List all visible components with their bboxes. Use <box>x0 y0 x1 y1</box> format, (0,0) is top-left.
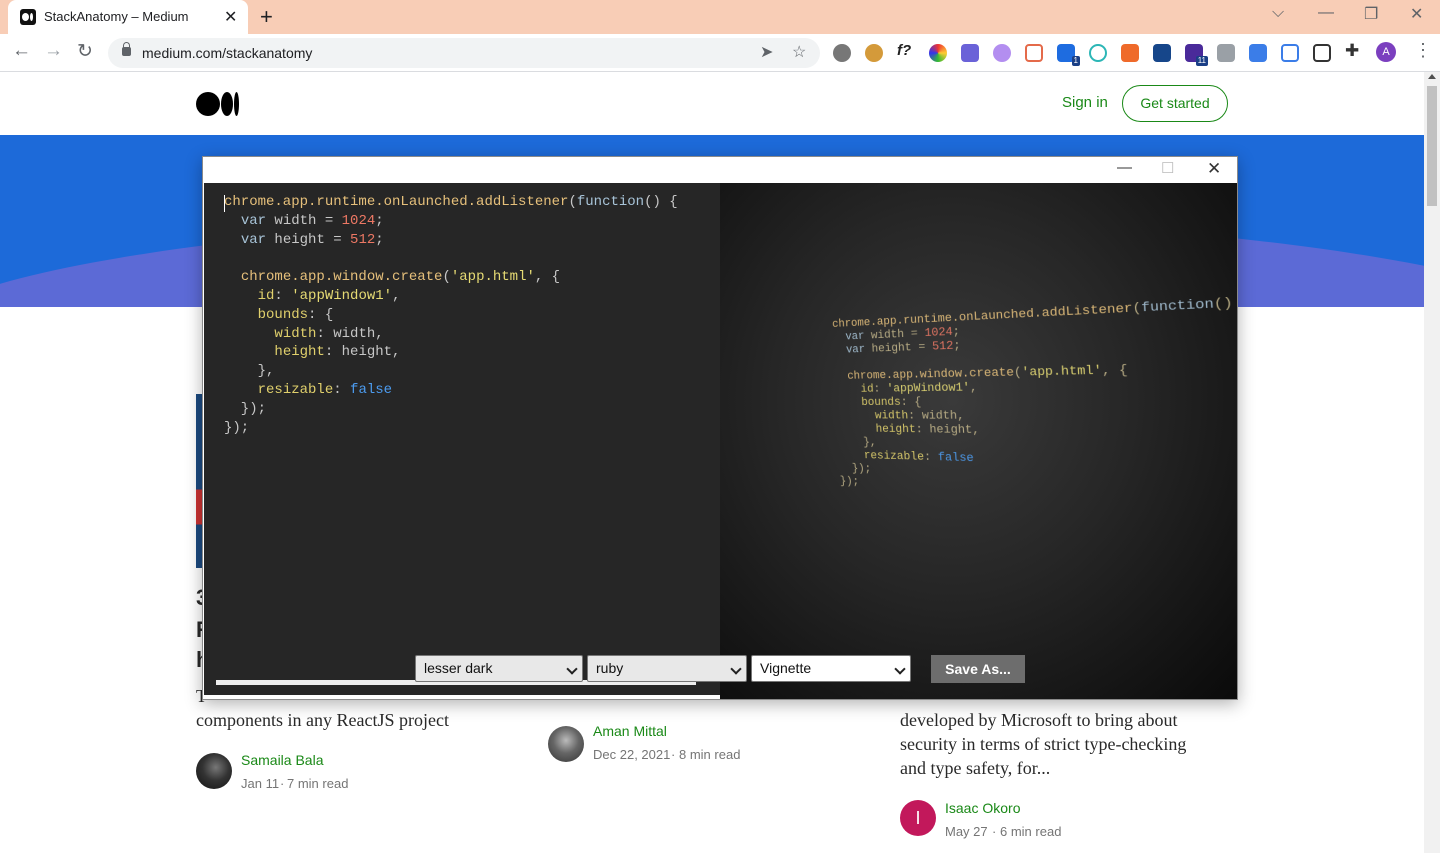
extension-record-icon[interactable] <box>1281 44 1299 62</box>
read-time: 7 min read <box>287 776 349 791</box>
code-line[interactable]: chrome.app.runtime.onLaunched.addListene… <box>224 193 678 212</box>
extension-graduation-icon[interactable]: 11 <box>1185 44 1208 66</box>
medium-logo-icon[interactable] <box>196 92 242 116</box>
extension-notify-icon[interactable]: 1 <box>1057 44 1080 66</box>
tab-search-icon[interactable]: ⌵ <box>1272 4 1284 22</box>
theme-select-value: lesser dark <box>424 660 493 676</box>
extension-shield-icon[interactable] <box>1121 44 1139 62</box>
code-line[interactable]: chrome.app.window.create('app.html', { <box>224 268 678 287</box>
minimize-icon[interactable]: — <box>1318 4 1334 22</box>
code-line[interactable]: resizable: false <box>224 381 678 400</box>
effect-select[interactable]: Vignette <box>751 655 911 682</box>
preview-code-line: bounds: { <box>861 396 922 410</box>
extension-window-icon[interactable] <box>1025 44 1043 62</box>
extension-hex-icon[interactable] <box>1089 44 1107 62</box>
extension-cookie-icon[interactable] <box>865 44 883 62</box>
article-date: Jan 11 <box>241 776 280 791</box>
read-time: 6 min read <box>1000 824 1062 839</box>
forward-icon[interactable]: → <box>44 40 63 62</box>
browser-tab[interactable]: StackAnatomy – Medium ✕ <box>8 0 248 34</box>
extensions-puzzle-icon[interactable]: ✚ <box>1345 41 1363 60</box>
avatar[interactable] <box>548 726 584 762</box>
tab-title: StackAnatomy – Medium <box>44 9 189 24</box>
app-maximize-icon[interactable]: ☐ <box>1161 159 1174 177</box>
extension-eyedropper-icon[interactable] <box>961 44 979 62</box>
theme-select[interactable]: lesser dark <box>415 655 583 682</box>
close-window-icon[interactable]: ✕ <box>1410 4 1423 24</box>
author-name[interactable]: Aman Mittal <box>593 723 667 739</box>
language-select-value: ruby <box>596 660 624 676</box>
article-snippet: developed by Microsoft to bring about <box>900 710 1178 730</box>
scroll-up-arrow-icon[interactable] <box>1428 74 1436 79</box>
page-scrollbar[interactable] <box>1424 72 1440 853</box>
code-line[interactable]: var height = 512; <box>224 231 678 250</box>
article-snippet: security in terms of strict type-checkin… <box>900 734 1187 754</box>
bookmark-star-icon[interactable]: ☆ <box>792 42 806 62</box>
code-content[interactable]: chrome.app.runtime.onLaunched.addListene… <box>224 193 678 437</box>
code-line[interactable]: bounds: { <box>224 306 678 325</box>
app-titlebar[interactable]: — ☐ ✕ <box>203 157 1237 183</box>
code-preview-canvas: chrome.app.runtime.onLaunched.addListene… <box>720 183 1237 699</box>
code-editor[interactable]: chrome.app.runtime.onLaunched.addListene… <box>204 183 720 695</box>
sign-in-link[interactable]: Sign in <box>1062 94 1108 111</box>
code-snapshot-app-window: — ☐ ✕ chrome.app.runtime.onLaunched.addL… <box>202 156 1238 700</box>
code-line[interactable]: height: height, <box>224 343 678 362</box>
avatar[interactable] <box>196 753 232 789</box>
scroll-thumb[interactable] <box>1427 86 1437 206</box>
restore-icon[interactable]: ❐ <box>1364 4 1378 24</box>
extension-screenshot-icon[interactable] <box>1313 44 1331 62</box>
code-line[interactable]: }); <box>224 419 678 438</box>
back-icon[interactable]: ← <box>12 40 31 62</box>
meta-separator: · <box>280 776 285 791</box>
meta-separator: · <box>992 824 997 839</box>
address-bar[interactable]: medium.com/stackanatomy ➤ ☆ <box>108 38 820 68</box>
author-name[interactable]: Isaac Okoro <box>945 800 1020 816</box>
code-line[interactable]: }, <box>224 362 678 381</box>
code-line[interactable]: id: 'appWindow1', <box>224 287 678 306</box>
lock-icon[interactable] <box>122 42 131 56</box>
code-line[interactable]: width: width, <box>224 325 678 344</box>
article-snippet: and type safety, for... <box>900 758 1051 778</box>
extension-grid-icon[interactable] <box>1249 44 1267 62</box>
effect-select-value: Vignette <box>760 660 812 676</box>
preview-code-image: chrome.app.runtime.onLaunched.addListene… <box>832 296 1237 509</box>
new-tab-icon[interactable]: + <box>260 4 273 30</box>
article-date: May 27 <box>945 824 988 839</box>
tab-strip: StackAnatomy – Medium ✕ + ⌵ — ❐ ✕ <box>0 0 1440 34</box>
avatar[interactable]: I <box>900 800 936 836</box>
save-as-button[interactable]: Save As... <box>931 655 1025 683</box>
browser-menu-icon[interactable]: ⋮ <box>1414 40 1432 61</box>
reload-icon[interactable]: ↻ <box>77 40 93 63</box>
get-started-button[interactable]: Get started <box>1122 85 1228 122</box>
tab-close-icon[interactable]: ✕ <box>224 7 237 27</box>
article-snippet: components in any ReactJS project <box>196 710 449 730</box>
extension-paint-icon[interactable] <box>993 44 1011 62</box>
read-time: 8 min read <box>679 747 741 762</box>
send-icon[interactable]: ➤ <box>760 42 773 62</box>
app-close-icon[interactable]: ✕ <box>1207 159 1221 179</box>
url-text[interactable]: medium.com/stackanatomy <box>142 45 312 61</box>
medium-favicon-icon <box>20 9 36 25</box>
language-select[interactable]: ruby <box>587 655 747 682</box>
profile-avatar[interactable]: A <box>1376 42 1396 62</box>
extension-formula-icon[interactable]: f? <box>897 42 915 60</box>
app-minimize-icon[interactable]: — <box>1117 159 1132 176</box>
code-line[interactable]: }); <box>224 400 678 419</box>
browser-toolbar: ← → ↻ medium.com/stackanatomy ➤ ☆ f? 1 1… <box>0 34 1440 72</box>
code-line[interactable] <box>224 249 678 268</box>
code-line[interactable]: var width = 1024; <box>224 212 678 231</box>
author-name[interactable]: Samaila Bala <box>241 752 324 768</box>
extension-gear-icon[interactable] <box>833 44 851 62</box>
extension-book-icon[interactable] <box>1153 44 1171 62</box>
extension-color-icon[interactable] <box>929 44 947 62</box>
extension-camera-icon[interactable] <box>1217 44 1235 62</box>
meta-separator: · <box>671 747 676 762</box>
article-date: Dec 22, 2021 <box>593 747 671 762</box>
